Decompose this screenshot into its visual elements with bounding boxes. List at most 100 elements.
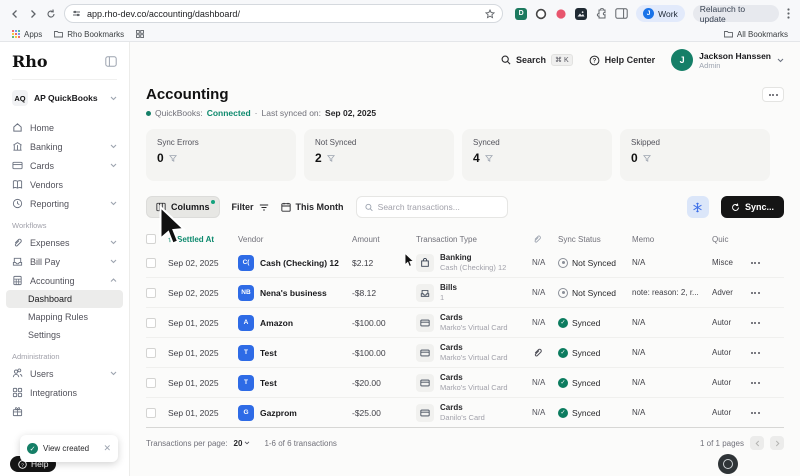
stat-card-not-synced[interactable]: Not Synced 2 [304,129,454,181]
table-row[interactable]: Sep 01, 2025 A Amazon -$100.00 Cards Marko… [146,308,784,338]
row-overflow-menu[interactable] [746,411,764,414]
user-menu[interactable]: J Jackson Hanssen Admin [671,49,784,71]
row-overflow-menu[interactable] [746,321,764,324]
columns-button[interactable]: Columns [146,196,220,218]
gift-icon [12,407,23,417]
bookmark-grid-icon[interactable] [136,30,145,38]
column-header-settled-at[interactable]: Settled At [168,235,238,244]
all-bookmarks[interactable]: All Bookmarks [723,30,788,39]
row-checkbox[interactable] [146,377,156,388]
sidebar-item-home[interactable]: Home [12,118,117,137]
stat-card-synced[interactable]: Synced 4 [462,129,612,181]
sidebar-collapse-icon[interactable] [105,56,117,67]
table-row[interactable]: Sep 01, 2025 G Gazprom -$25.00 Cards Danil… [146,398,784,428]
sidebar-item-integrations[interactable]: Integrations [12,383,117,402]
per-page-select[interactable]: 20 [234,439,251,448]
sync-button[interactable]: Sync... [720,196,784,218]
page-overflow-menu[interactable] [762,87,784,102]
stat-card-sync-errors[interactable]: Sync Errors 0 [146,129,296,181]
extension-d-icon[interactable]: D [515,7,528,20]
browser-menu-icon[interactable] [787,8,790,19]
settled-at-cell: Sep 02, 2025 [168,287,219,298]
org-switcher[interactable]: AQ AP QuickBooks [12,90,117,106]
amount-cell: -$20.00 [352,377,381,388]
global-search-button[interactable]: Search ⌘ K [501,54,573,66]
recorder-widget[interactable] [718,454,738,474]
site-settings-icon[interactable] [72,9,81,18]
chevron-down-icon [110,144,117,149]
table-row[interactable]: Sep 01, 2025 T Test -$100.00 Cards Marko's… [146,338,784,368]
reload-icon[interactable] [46,8,56,19]
sidebar-item-label: Accounting [30,275,75,286]
row-overflow-menu[interactable] [746,351,764,354]
row-checkbox[interactable] [146,407,156,418]
extensions-puzzle-icon[interactable] [595,7,607,20]
column-header-memo[interactable]: Memo [632,235,712,244]
bookmark-rho-label: Rho Bookmarks [67,29,125,39]
column-header-vendor[interactable]: Vendor [238,235,352,244]
stat-card-skipped[interactable]: Skipped 0 [620,129,770,181]
search-transactions-input[interactable] [377,202,499,212]
table-row[interactable]: Sep 01, 2025 T Test -$20.00 Cards Marko's … [146,368,784,398]
sidebar-item-vendors[interactable]: Vendors [12,175,117,194]
date-range-button[interactable]: This Month [280,202,344,212]
column-header-type[interactable]: Transaction Type [416,235,532,244]
settled-at-cell: Sep 01, 2025 [168,377,219,388]
row-checkbox[interactable] [146,287,156,298]
sidebar-item-accounting[interactable]: Accounting [12,271,117,290]
browser-profile-button[interactable]: J Work [636,5,685,22]
row-overflow-menu[interactable] [746,261,764,264]
url-bar[interactable]: app.rho-dev.co/accounting/dashboard/ [64,4,504,23]
chevron-down-icon [245,441,250,445]
table-row[interactable]: Sep 02, 2025 NB Nena's business -$8.12 Bi… [146,278,784,308]
sidebar-item-expenses[interactable]: Expenses [12,233,117,252]
extension-ring-icon[interactable] [535,8,547,20]
forward-icon[interactable] [28,9,38,19]
prev-page-button[interactable] [750,436,764,450]
url-text[interactable]: app.rho-dev.co/accounting/dashboard/ [87,9,479,19]
freeze-button[interactable] [686,196,709,218]
row-overflow-menu[interactable] [746,381,764,384]
table-row[interactable]: Sep 02, 2025 C(Cash (Checking) 12 $2.12 … [146,248,784,278]
sidebar-item-gift[interactable] [12,402,117,421]
sidebar-item-banking[interactable]: Banking [12,137,117,156]
sidebar-item-reporting[interactable]: Reporting [12,194,117,213]
chevron-up-icon [110,278,117,283]
settled-at-cell: Sep 01, 2025 [168,407,219,418]
row-overflow-menu[interactable] [746,291,764,294]
sync-label: Sync... [744,202,774,212]
select-all-checkbox[interactable] [146,234,156,244]
transactions-search[interactable] [355,196,508,218]
back-icon[interactable] [10,9,20,19]
toast-close-icon[interactable]: ✕ [103,443,111,454]
row-checkbox[interactable] [146,317,156,328]
filter-button[interactable]: Filter [232,202,269,212]
sidebar-subitem-settings[interactable]: Settings [6,326,123,344]
attachment-cell[interactable] [532,347,558,358]
sidebar-subitem-dashboard[interactable]: Dashboard [6,290,123,308]
sidebar-item-cards[interactable]: Cards [12,156,117,175]
row-checkbox[interactable] [146,347,156,358]
extension-red-dot-icon[interactable] [555,8,567,20]
settled-at-cell: Sep 01, 2025 [168,347,219,358]
last-synced-date: Sep 02, 2025 [325,108,377,118]
row-checkbox[interactable] [146,257,156,268]
extension-photo-icon[interactable] [575,7,588,20]
bookmark-rho-folder[interactable]: Rho Bookmarks [54,30,124,39]
sidebar-item-bill-pay[interactable]: Bill Pay [12,252,117,271]
next-page-button[interactable] [770,436,784,450]
memo-cell: N/A [632,408,646,417]
sidebar-item-users[interactable]: Users [12,364,117,383]
column-header-sync-status[interactable]: Sync Status [558,235,632,244]
help-center-button[interactable]: ? Help Center [589,55,655,66]
bookmark-star-icon[interactable] [485,8,496,19]
column-header-attachment[interactable] [532,234,558,244]
side-panel-icon[interactable] [615,8,628,19]
column-header-quickbooks[interactable]: Quic [712,235,746,244]
stat-label: Not Synced [315,138,357,147]
sidebar-subitem-mapping-rules[interactable]: Mapping Rules [6,308,123,326]
home-icon [13,123,22,132]
bookmark-apps[interactable]: Apps [12,30,42,39]
relaunch-update-button[interactable]: Relaunch to update [692,4,779,24]
column-header-amount[interactable]: Amount [352,235,416,244]
